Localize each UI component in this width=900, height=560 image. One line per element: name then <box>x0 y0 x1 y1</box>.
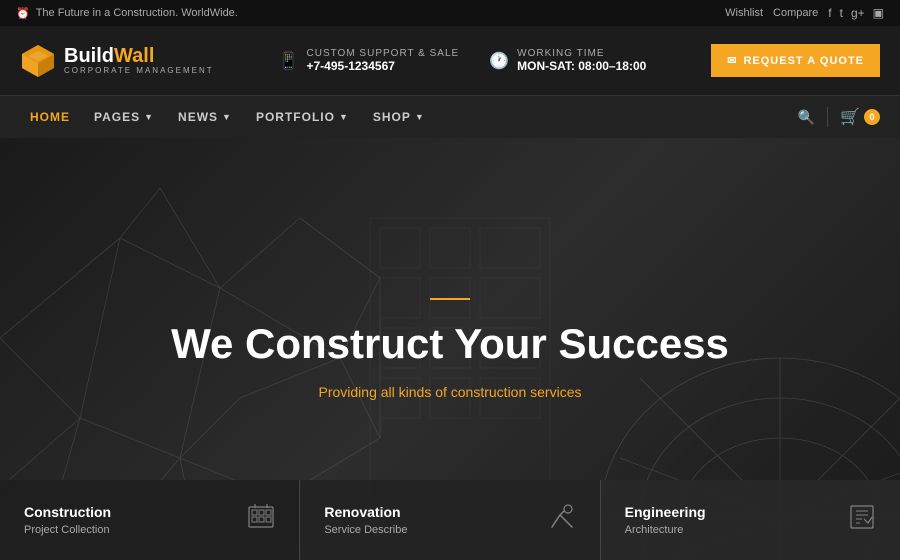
quote-icon: ✉ <box>727 54 737 67</box>
renovation-icon <box>548 503 576 537</box>
navbar: HOME PAGES ▼ NEWS ▼ PORTFOLIO ▼ SHOP ▼ 🔍… <box>0 96 900 138</box>
hero-title: We Construct Your Success <box>171 320 729 368</box>
tagline: The Future in a Construction. WorldWide. <box>36 7 238 19</box>
renovation-text: Renovation Service Describe <box>324 504 407 536</box>
clock-header-icon: 🕐 <box>489 51 509 71</box>
engineering-icon <box>848 503 876 537</box>
search-icon[interactable]: 🔍 <box>798 109 815 126</box>
construction-text: Construction Project Collection <box>24 504 111 536</box>
clock-icon: ⏰ <box>16 7 30 20</box>
facebook-icon[interactable]: f <box>828 6 831 20</box>
service-cards: Construction Project Collection <box>0 480 900 560</box>
nav-news[interactable]: NEWS ▼ <box>168 96 242 138</box>
top-bar: ⏰ The Future in a Construction. WorldWid… <box>0 0 900 26</box>
support-text: CUSTOM SUPPORT & SALE +7-495-1234567 <box>307 48 460 73</box>
social-icons: f t g+ ▣ <box>828 6 884 20</box>
cart-badge: 0 <box>864 109 880 125</box>
nav-portfolio[interactable]: PORTFOLIO ▼ <box>246 96 359 138</box>
hours-label: WORKING TIME <box>517 48 646 59</box>
nav-pages[interactable]: PAGES ▼ <box>84 96 164 138</box>
nav-home[interactable]: HOME <box>20 96 80 138</box>
phone-icon: 📱 <box>279 51 299 71</box>
nav-shop[interactable]: SHOP ▼ <box>363 96 435 138</box>
header: BuildWall CORPORATE MANAGEMENT 📱 CUSTOM … <box>0 26 900 96</box>
top-bar-left: ⏰ The Future in a Construction. WorldWid… <box>16 7 238 20</box>
hours-info: 🕐 WORKING TIME MON-SAT: 08:00–18:00 <box>489 48 646 73</box>
nav-items: HOME PAGES ▼ NEWS ▼ PORTFOLIO ▼ SHOP ▼ <box>20 96 435 138</box>
chevron-down-icon: ▼ <box>415 112 425 122</box>
construction-icon <box>247 503 275 537</box>
chevron-down-icon: ▼ <box>144 112 154 122</box>
hours-value: MON-SAT: 08:00–18:00 <box>517 59 646 73</box>
top-bar-right: Wishlist Compare f t g+ ▣ <box>725 6 884 20</box>
chevron-down-icon: ▼ <box>339 112 349 122</box>
instagram-icon[interactable]: ▣ <box>873 6 884 20</box>
logo-text: BuildWall CORPORATE MANAGEMENT <box>64 45 214 76</box>
logo[interactable]: BuildWall CORPORATE MANAGEMENT <box>20 43 214 79</box>
twitter-icon[interactable]: t <box>840 6 843 20</box>
engineering-subtitle: Architecture <box>625 524 706 536</box>
compare-link[interactable]: Compare <box>773 7 818 19</box>
support-info: 📱 CUSTOM SUPPORT & SALE +7-495-1234567 <box>279 48 460 73</box>
service-card-construction[interactable]: Construction Project Collection <box>0 480 300 560</box>
header-center: 📱 CUSTOM SUPPORT & SALE +7-495-1234567 🕐… <box>279 48 647 73</box>
hero-section: We Construct Your Success Providing all … <box>0 138 900 560</box>
construction-subtitle: Project Collection <box>24 524 111 536</box>
renovation-subtitle: Service Describe <box>324 524 407 536</box>
support-label: CUSTOM SUPPORT & SALE <box>307 48 460 59</box>
logo-subtitle: CORPORATE MANAGEMENT <box>64 67 214 76</box>
cart-icon: 🛒 <box>840 107 860 127</box>
google-plus-icon[interactable]: g+ <box>851 6 865 20</box>
request-quote-label: REQUEST A QUOTE <box>743 55 864 67</box>
engineering-text: Engineering Architecture <box>625 504 706 536</box>
hero-subtitle: Providing all kinds of construction serv… <box>171 384 729 400</box>
nav-right: 🔍 🛒 0 <box>798 107 880 127</box>
construction-title: Construction <box>24 504 111 520</box>
nav-divider <box>827 107 828 127</box>
renovation-title: Renovation <box>324 504 407 520</box>
hours-text: WORKING TIME MON-SAT: 08:00–18:00 <box>517 48 646 73</box>
request-quote-button[interactable]: ✉ REQUEST A QUOTE <box>711 44 880 77</box>
support-value: +7-495-1234567 <box>307 59 460 73</box>
logo-wall: Wall <box>114 45 154 67</box>
chevron-down-icon: ▼ <box>222 112 232 122</box>
logo-icon <box>20 43 56 79</box>
service-card-engineering[interactable]: Engineering Architecture <box>601 480 900 560</box>
cart-button[interactable]: 🛒 0 <box>840 107 880 127</box>
logo-build: Build <box>64 45 114 67</box>
service-card-renovation[interactable]: Renovation Service Describe <box>300 480 600 560</box>
wishlist-link[interactable]: Wishlist <box>725 7 763 19</box>
engineering-title: Engineering <box>625 504 706 520</box>
hero-content: We Construct Your Success Providing all … <box>171 298 729 400</box>
hero-accent-line <box>430 298 470 300</box>
